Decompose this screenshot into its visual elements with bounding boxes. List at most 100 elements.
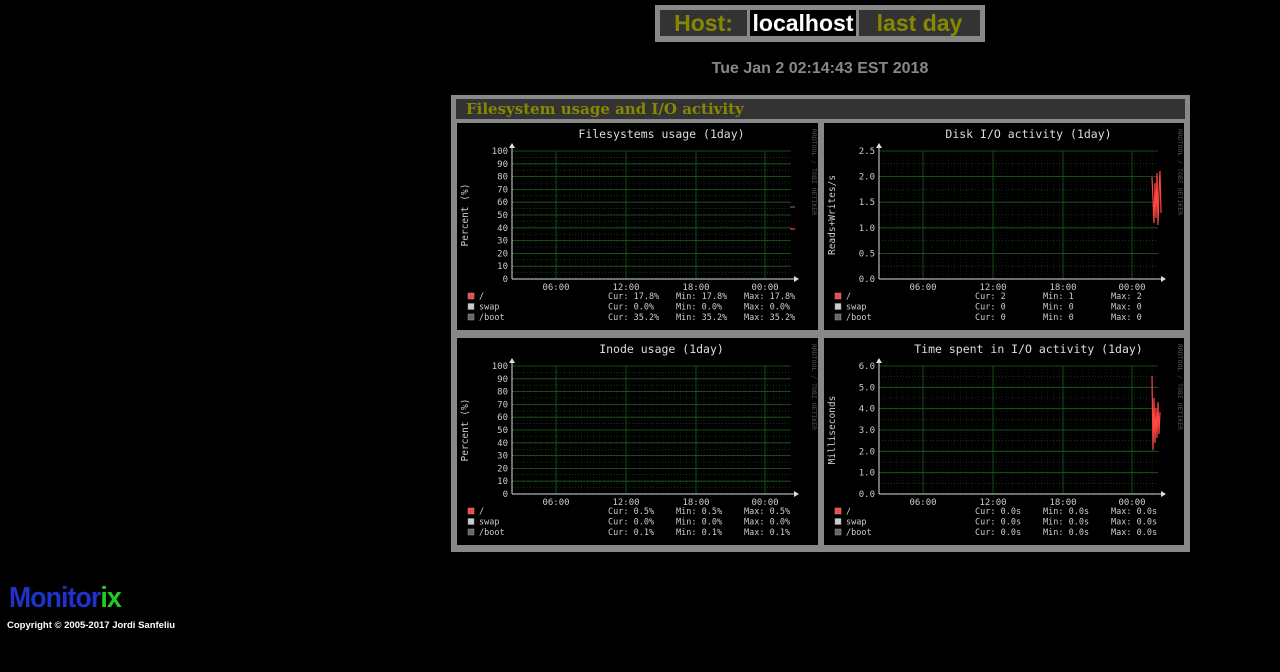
x-tick-label: 06:00 — [542, 283, 569, 293]
y-tick-label: 30 — [497, 452, 508, 462]
legend-text: Max: 35.2% — [744, 313, 795, 323]
legend-text: Max: 0.0% — [744, 303, 790, 313]
y-tick-label: 90 — [497, 160, 508, 170]
y-tick-label: 100 — [492, 362, 508, 372]
y-tick-label: 20 — [497, 249, 508, 259]
legend-text: Min: 0.1% — [676, 528, 722, 538]
legend-text: Min: 0.0s — [1043, 507, 1089, 517]
y-tick-label: 40 — [497, 224, 508, 234]
legend-text: Cur: 0.5% — [608, 507, 654, 517]
host-label: Host: — [660, 10, 747, 36]
host-value[interactable]: localhost — [750, 10, 856, 36]
period-label[interactable]: last day — [859, 10, 980, 36]
y-tick-label: 2.0 — [859, 447, 875, 457]
legend-text: Min: 0.0% — [676, 518, 722, 528]
legend-text: Max: 2 — [1111, 292, 1142, 302]
legend-swatch — [834, 518, 842, 525]
legend-text: Max: 0.5% — [744, 507, 790, 517]
graph-inode-usage[interactable]: Inode usage (1day) 100 90 80 70 60 50 40 30 20 10 0… — [457, 338, 818, 545]
legend-text: / — [479, 507, 484, 517]
y-tick-label: 0.0 — [859, 490, 875, 500]
legend-text: Cur: 0.0% — [608, 303, 654, 313]
legend-text: Max: 0.1% — [744, 528, 790, 538]
legend-swatch — [834, 507, 842, 515]
legend-text: swap — [479, 303, 499, 313]
legend-text: Max: 0 — [1111, 313, 1142, 323]
host-header: Host: localhost last day — [655, 5, 985, 42]
legend-text: Min: 0.5% — [676, 507, 722, 517]
monitorix-logo[interactable]: Monitorix — [9, 582, 122, 615]
section-title: Filesystem usage and I/O activity — [456, 99, 1185, 119]
y-tick-label: 4.0 — [859, 405, 875, 415]
legend-text: Min: 17.8% — [676, 292, 727, 302]
y-tick-label: 60 — [497, 198, 508, 208]
graph-disk-io-activity[interactable]: Disk I/O activity (1day) 2.5 2.0 1.5 1.0 0.5 0… — [824, 123, 1184, 330]
rrdtool-watermark: RRDTOOL / TOBI OETIKER — [810, 129, 818, 215]
rrdtool-watermark: RRDTOOL / TOBI OETIKER — [810, 344, 818, 430]
rrdtool-watermark: RRDTOOL / TOBI OETIKER — [1176, 129, 1184, 215]
legend-text: /boot — [846, 528, 872, 538]
y-tick-label: 70 — [497, 400, 508, 410]
legend-text: / — [846, 292, 851, 302]
legend-text: /boot — [479, 528, 505, 538]
y-tick-label: 60 — [497, 413, 508, 423]
report-date: Tue Jan 2 02:14:43 EST 2018 — [711, 60, 929, 77]
y-tick-label: 2.5 — [859, 147, 875, 157]
legend-text: Max: 0 — [1111, 303, 1142, 313]
legend-text: /boot — [846, 313, 872, 323]
legend-text: Min: 0.0% — [676, 303, 722, 313]
legend-text: Max: 0.0s — [1111, 528, 1157, 538]
legend-text: Cur: 35.2% — [608, 313, 659, 323]
y-tick-label: 80 — [497, 388, 508, 398]
y-tick-label: 2.0 — [859, 173, 875, 183]
legend-text: Cur: 0 — [975, 303, 1006, 313]
graph-title: Time spent in I/O activity (1day) — [914, 342, 1142, 356]
y-tick-label: 1.0 — [859, 469, 875, 479]
legend-text: Min: 0.0s — [1043, 528, 1089, 538]
legend-text: / — [846, 507, 851, 517]
y-axis-label: Percent (%) — [460, 399, 471, 462]
legend-text: Max: 0.0s — [1111, 518, 1157, 528]
graph-title: Filesystems usage (1day) — [578, 127, 744, 141]
legend-text: / — [479, 292, 484, 302]
legend-swatch — [467, 518, 475, 525]
y-tick-label: 50 — [497, 211, 508, 221]
y-tick-label: 50 — [497, 426, 508, 436]
y-tick-label: 1.0 — [859, 224, 875, 234]
graph-io-time[interactable]: Time spent in I/O activity (1day) 6.0 5.0 4… — [824, 338, 1184, 545]
legend-text: swap — [846, 303, 866, 313]
legend-text: Min: 0.0s — [1043, 518, 1089, 528]
y-axis-label: Percent (%) — [460, 184, 471, 247]
legend-text: Cur: 0.0s — [975, 528, 1021, 538]
rrdtool-watermark: RRDTOOL / TOBI OETIKER — [1176, 344, 1184, 430]
y-tick-label: 1.5 — [859, 198, 875, 208]
y-tick-label: 0 — [503, 275, 508, 285]
legend-text: Min: 0 — [1043, 303, 1074, 313]
x-tick-label: 06:00 — [542, 498, 569, 508]
series-trace — [1151, 170, 1162, 226]
y-tick-label: 10 — [497, 262, 508, 272]
legend-swatch — [467, 313, 475, 321]
logo-text-part1: Monitor — [9, 582, 101, 614]
y-tick-label: 30 — [497, 237, 508, 247]
graph-filesystems-usage[interactable]: Filesystems usage (1day) 100 90 80 70 60 50 40 3… — [457, 123, 818, 330]
y-tick-label: 90 — [497, 375, 508, 385]
y-tick-label: 10 — [497, 477, 508, 487]
legend-swatch — [467, 507, 475, 515]
legend-text: Cur: 0.1% — [608, 528, 654, 538]
graph-title: Disk I/O activity (1day) — [945, 127, 1111, 141]
y-tick-label: 0 — [503, 490, 508, 500]
y-tick-label: 5.0 — [859, 383, 875, 393]
filesystem-panel: Filesystem usage and I/O activity Filesy… — [451, 95, 1190, 552]
y-tick-label: 3.0 — [859, 426, 875, 436]
legend-text: Min: 1 — [1043, 292, 1074, 302]
legend-swatch — [834, 303, 842, 310]
legend-text: Max: 17.8% — [744, 292, 795, 302]
graph-title: Inode usage (1day) — [599, 342, 724, 356]
legend-text: Max: 0.0% — [744, 518, 790, 528]
legend-swatch — [834, 313, 842, 321]
y-axis-label: Milliseconds — [827, 396, 838, 465]
legend-text: swap — [846, 518, 866, 528]
y-tick-label: 20 — [497, 464, 508, 474]
legend-swatch — [834, 292, 842, 300]
